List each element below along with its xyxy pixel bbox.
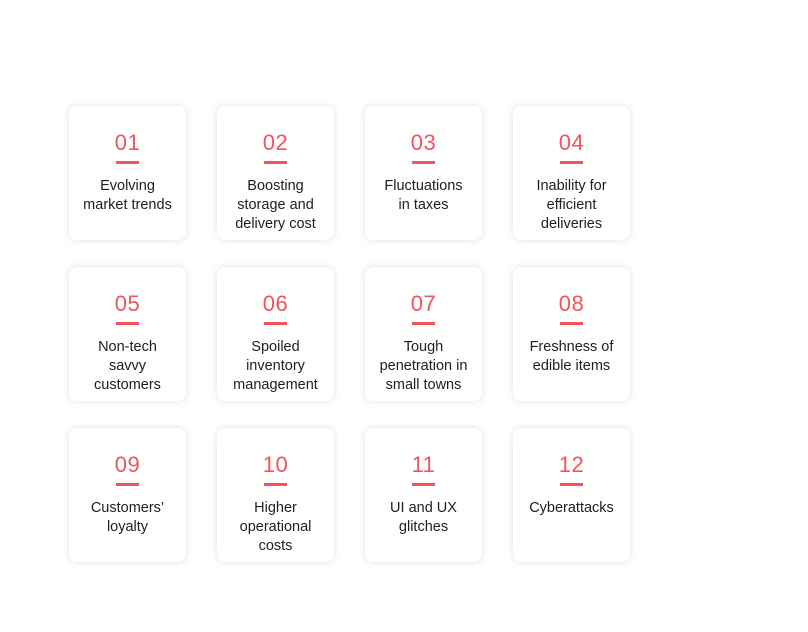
number-underline [560,483,583,486]
number-underline [560,322,583,325]
card-number: 03 [410,130,437,155]
challenge-card: 07 Tough penetration in small towns [365,267,482,401]
card-label: UI and UX glitches [390,500,457,535]
challenge-card: 09 Customers’ loyalty [69,428,186,562]
challenge-card: 08 Freshness of edible items [513,267,630,401]
challenge-card: 03 Fluctuations in taxes [365,106,482,240]
card-label: Customers’ loyalty [90,500,165,535]
challenge-card: 05 Non-tech savvy customers [69,267,186,401]
number-underline [264,483,287,486]
card-number: 08 [558,291,585,316]
challenge-card: 06 Spoiled inventory management [217,267,334,401]
challenge-card: 02 Boosting storage and delivery cost [217,106,334,240]
card-number: 04 [558,130,585,155]
card-label: Non-tech savvy customers [94,339,161,393]
card-label: Boosting storage and delivery cost [235,178,316,232]
card-number: 09 [114,452,141,477]
card-label: Cyberattacks [529,500,614,516]
card-number: 05 [114,291,141,316]
number-underline [116,322,139,325]
number-underline [560,161,583,164]
number-underline [264,161,287,164]
number-underline [264,322,287,325]
number-underline [412,161,435,164]
number-underline [116,161,139,164]
card-number: 02 [262,130,289,155]
card-number: 06 [262,291,289,316]
card-label: Inability for efficient deliveries [536,178,607,232]
card-number: 12 [558,452,585,477]
challenges-grid: 01 Evolving market trends 02 Boosting st… [69,106,630,562]
card-number: 10 [262,452,289,477]
card-number: 11 [411,452,436,477]
card-label: Fluctuations in taxes [384,178,463,213]
card-label: Freshness of edible items [529,339,614,374]
challenge-card: 12 Cyberattacks [513,428,630,562]
challenge-card: 04 Inability for efficient deliveries [513,106,630,240]
card-number: 01 [114,130,141,155]
card-label: Higher operational costs [239,500,312,554]
card-label: Evolving market trends [83,178,172,213]
card-label: Spoiled inventory management [233,339,318,393]
card-number: 07 [410,291,437,316]
number-underline [412,483,435,486]
challenge-card: 11 UI and UX glitches [365,428,482,562]
card-label: Tough penetration in small towns [379,339,468,393]
challenge-card: 10 Higher operational costs [217,428,334,562]
challenge-card: 01 Evolving market trends [69,106,186,240]
number-underline [412,322,435,325]
number-underline [116,483,139,486]
